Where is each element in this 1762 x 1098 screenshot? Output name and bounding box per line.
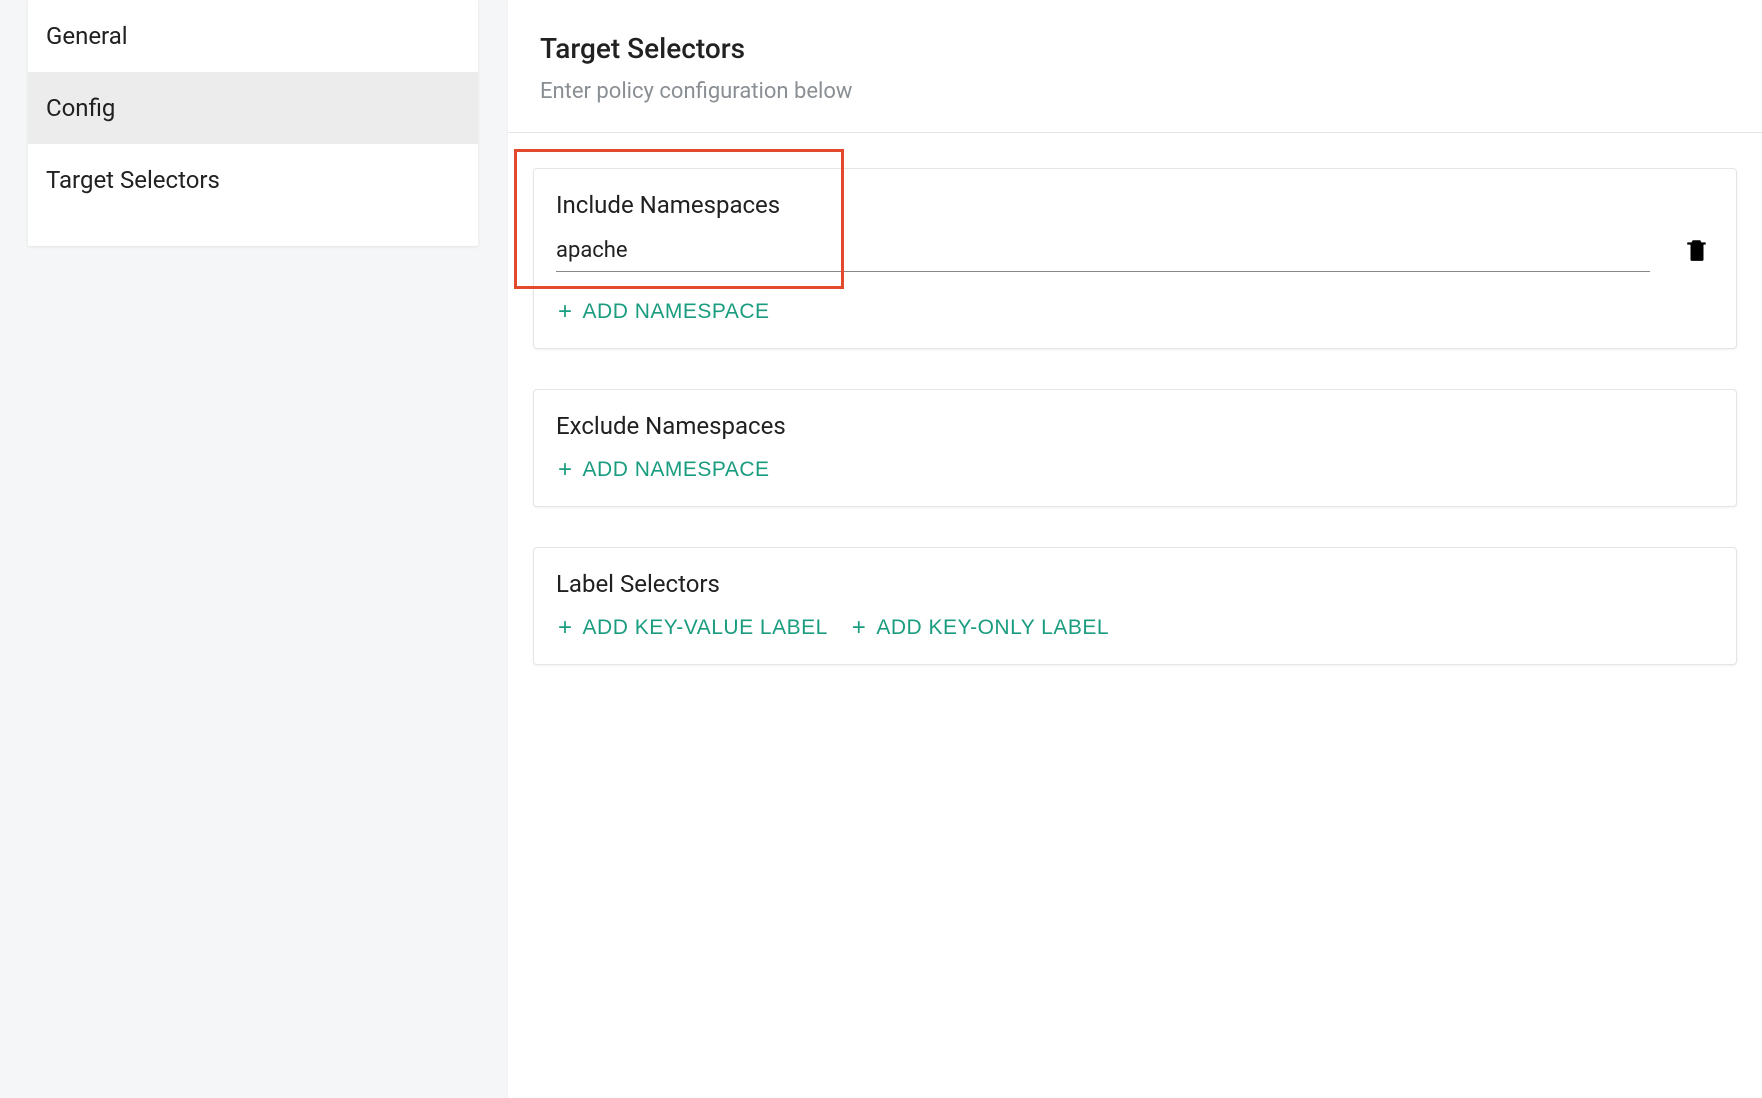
exclude-namespaces-title: Exclude Namespaces bbox=[556, 412, 1714, 440]
plus-icon: + bbox=[558, 458, 573, 482]
main-header: Target Selectors Enter policy configurat… bbox=[508, 0, 1762, 133]
include-namespaces-title: Include Namespaces bbox=[556, 191, 1714, 219]
plus-icon: + bbox=[558, 616, 573, 640]
add-exclude-namespace-button[interactable]: + ADD NAMESPACE bbox=[556, 452, 772, 488]
add-key-only-label-button[interactable]: + ADD KEY-ONLY LABEL bbox=[850, 610, 1111, 646]
label-selectors-title: Label Selectors bbox=[556, 570, 1714, 598]
plus-icon: + bbox=[558, 300, 573, 324]
add-namespace-label: ADD NAMESPACE bbox=[583, 300, 770, 324]
add-key-value-label-text: ADD KEY-VALUE LABEL bbox=[583, 616, 828, 640]
sidebar-item-config[interactable]: Config bbox=[28, 72, 478, 144]
namespace-row bbox=[556, 231, 1714, 272]
delete-namespace-button[interactable] bbox=[1680, 231, 1714, 272]
label-selectors-card: Label Selectors + ADD KEY-VALUE LABEL + … bbox=[533, 547, 1737, 665]
sidebar-item-general[interactable]: General bbox=[28, 0, 478, 72]
sidebar: General Config Target Selectors bbox=[28, 0, 478, 246]
include-namespaces-card: Include Namespaces + ADD NAMESPACE bbox=[533, 168, 1737, 349]
sidebar-item-target-selectors[interactable]: Target Selectors bbox=[28, 144, 478, 216]
plus-icon: + bbox=[852, 616, 867, 640]
exclude-namespaces-card: Exclude Namespaces + ADD NAMESPACE bbox=[533, 389, 1737, 507]
add-key-value-label-button[interactable]: + ADD KEY-VALUE LABEL bbox=[556, 610, 830, 646]
page-title: Target Selectors bbox=[540, 32, 1730, 65]
page-subtitle: Enter policy configuration below bbox=[540, 79, 1730, 104]
namespace-input[interactable] bbox=[556, 232, 1650, 272]
main-panel: Target Selectors Enter policy configurat… bbox=[508, 0, 1762, 1098]
add-namespace-button[interactable]: + ADD NAMESPACE bbox=[556, 294, 772, 330]
trash-icon bbox=[1684, 235, 1710, 268]
add-key-only-label-text: ADD KEY-ONLY LABEL bbox=[876, 616, 1109, 640]
add-exclude-namespace-label: ADD NAMESPACE bbox=[583, 458, 770, 482]
